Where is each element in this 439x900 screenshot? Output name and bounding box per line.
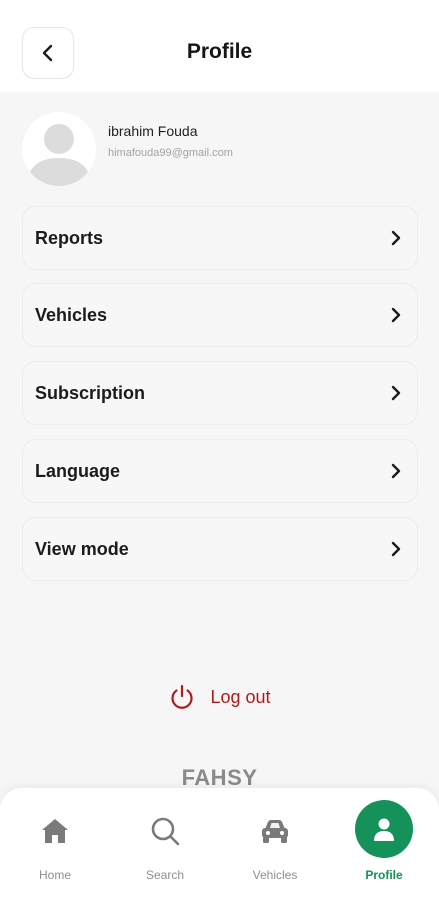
menu-item-view-mode[interactable]: View mode [22,517,418,581]
chevron-right-icon [387,306,405,324]
car-icon [258,814,292,848]
menu-item-label: Language [35,460,121,481]
bottom-navigation: Home Search Vehicles Profile [0,788,439,900]
nav-label: Search [145,868,185,882]
logout-button[interactable]: Log out [0,680,439,714]
page-title: Profile [186,40,253,63]
avatar [22,112,96,186]
menu-item-vehicles[interactable]: Vehicles [22,283,418,347]
menu-item-subscription[interactable]: Subscription [22,361,418,425]
menu-item-label: View mode [35,538,129,559]
chevron-right-icon [387,384,405,402]
nav-label: Profile [365,868,403,882]
nav-item-profile[interactable]: Profile [329,788,439,900]
chevron-right-icon [387,540,405,558]
menu-item-label: Reports [35,227,104,248]
chevron-right-icon [387,462,405,480]
menu-item-language[interactable]: Language [22,439,418,503]
chevron-right-icon [387,229,405,247]
nav-item-vehicles[interactable]: Vehicles [220,788,330,900]
user-icon [355,800,413,858]
profile-card: ibrahim Fouda himafouda99@gmail.com [22,112,418,192]
home-icon [38,814,72,848]
menu-item-label: Subscription [35,382,146,403]
nav-item-search[interactable]: Search [110,788,220,900]
search-icon [148,814,182,848]
power-icon [171,684,194,709]
user-email: himafouda99@gmail.com [108,147,233,159]
nav-label: Vehicles [252,868,298,882]
nav-item-home[interactable]: Home [0,788,110,900]
logout-label: Log out [210,686,271,707]
menu-item-reports[interactable]: Reports [22,206,418,270]
nav-label: Home [38,868,71,882]
user-name: ibrahim Fouda [108,123,198,139]
menu-item-label: Vehicles [35,304,108,325]
app-header: Profile [0,0,439,92]
avatar-placeholder-icon [26,124,92,186]
